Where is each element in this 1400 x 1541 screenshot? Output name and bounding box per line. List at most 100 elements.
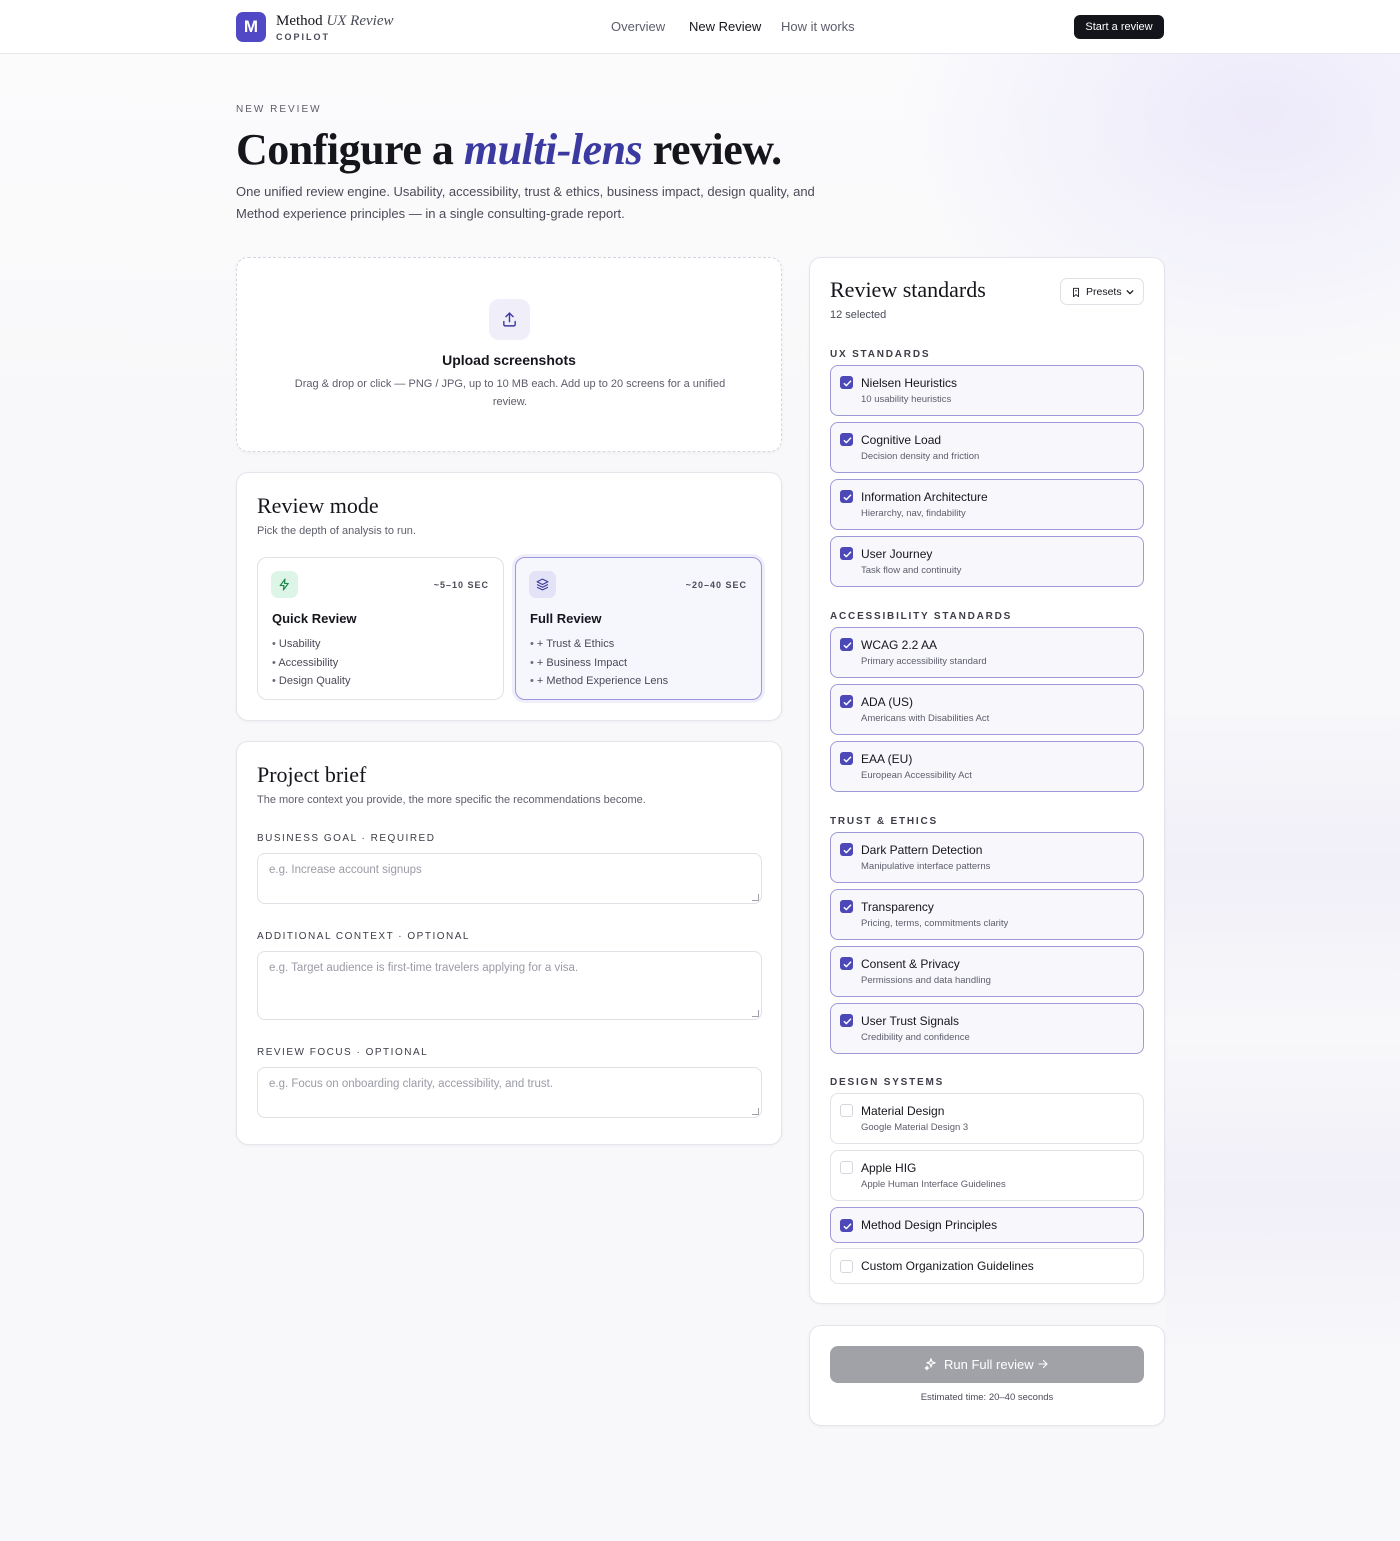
mode-option-full-review[interactable]: ~20–40 SEC Full Review + Trust & Ethics … xyxy=(515,557,762,700)
standard-description: Manipulative interface patterns xyxy=(861,861,991,872)
checkbox-checked-icon[interactable] xyxy=(840,957,853,970)
brand-name-text: Method xyxy=(276,13,323,29)
run-review-label: Run Full review xyxy=(944,1357,1034,1372)
upload-dropzone[interactable]: Upload screenshots Drag & drop or click … xyxy=(236,257,782,452)
checkbox-checked-icon[interactable] xyxy=(840,376,853,389)
group-label-accessibility-standards: ACCESSIBILITY STANDARDS xyxy=(830,611,1013,622)
chevron-down-icon xyxy=(1126,289,1134,295)
standard-description: Permissions and data handling xyxy=(861,975,991,986)
nav-new-review[interactable]: New Review xyxy=(689,19,761,34)
mode-time: ~5–10 SEC xyxy=(433,580,489,590)
review-mode-subtitle: Pick the depth of analysis to run. xyxy=(257,525,416,537)
checkbox-unchecked-icon[interactable] xyxy=(840,1104,853,1117)
standard-user-journey[interactable]: User Journey Task flow and continuity xyxy=(830,536,1144,587)
page-eyebrow: NEW REVIEW xyxy=(236,104,322,115)
review-focus-label: REVIEW FOCUS · OPTIONAL xyxy=(257,1047,429,1058)
group-label-design-systems: DESIGN SYSTEMS xyxy=(830,1077,945,1088)
standards-title: Review standards xyxy=(830,277,986,302)
standard-nielsen-heuristics[interactable]: Nielsen Heuristics 10 usability heuristic… xyxy=(830,365,1144,416)
standard-custom-organization-guidelines[interactable]: Custom Organization Guidelines xyxy=(830,1248,1144,1284)
lightning-icon xyxy=(271,571,298,598)
mode-time: ~20–40 SEC xyxy=(685,580,747,590)
upload-icon xyxy=(489,299,530,340)
mode-feature: + Trust & Ethics xyxy=(530,635,668,654)
bookmark-icon xyxy=(1073,287,1079,298)
title-part-2: review. xyxy=(652,125,782,174)
checkbox-checked-icon[interactable] xyxy=(840,843,853,856)
standard-apple-hig[interactable]: Apple HIG Apple Human Interface Guideline… xyxy=(830,1150,1144,1201)
project-brief-title: Project brief xyxy=(257,762,367,787)
project-brief-subtitle: The more context you provide, the more s… xyxy=(257,794,646,806)
checkbox-checked-icon[interactable] xyxy=(840,752,853,765)
estimated-time: Estimated time: 20–40 seconds xyxy=(920,1392,1054,1403)
checkbox-checked-icon[interactable] xyxy=(840,900,853,913)
standard-transparency[interactable]: Transparency Pricing, terms, commitments … xyxy=(830,889,1144,940)
presets-dropdown[interactable]: Presets xyxy=(1060,278,1144,305)
group-label-trust-ethics: TRUST & ETHICS xyxy=(830,816,938,827)
checkbox-checked-icon[interactable] xyxy=(840,695,853,708)
checkbox-checked-icon[interactable] xyxy=(840,1219,853,1232)
standard-name: Material Design xyxy=(861,1104,945,1118)
resize-handle[interactable] xyxy=(752,1010,759,1017)
standard-name: Method Design Principles xyxy=(861,1218,998,1232)
standard-user-trust-signals[interactable]: User Trust Signals Credibility and confid… xyxy=(830,1003,1144,1054)
main-content: NEW REVIEW Configure a multi-lens review… xyxy=(0,0,1400,1541)
standard-consent-privacy[interactable]: Consent & Privacy Permissions and data ha… xyxy=(830,946,1144,997)
standard-eaa-eu[interactable]: EAA (EU) European Accessibility Act xyxy=(830,741,1144,792)
project-brief-card: Project brief The more context you provi… xyxy=(236,741,782,1145)
standard-ada-us[interactable]: ADA (US) Americans with Disabilities Act xyxy=(830,684,1144,735)
standard-wcag-2-2-aa[interactable]: WCAG 2.2 AA Primary accessibility standar… xyxy=(830,627,1144,678)
checkbox-checked-icon[interactable] xyxy=(840,433,853,446)
review-focus-input[interactable]: e.g. Focus on onboarding clarity, access… xyxy=(257,1067,762,1118)
mode-feature: Usability xyxy=(272,635,350,654)
group-label-ux-standards: UX STANDARDS xyxy=(830,349,931,360)
mode-name: Quick Review xyxy=(272,611,357,626)
resize-handle[interactable] xyxy=(752,894,759,901)
review-focus-placeholder: e.g. Focus on onboarding clarity, access… xyxy=(269,1078,554,1090)
standard-information-architecture[interactable]: Information Architecture Hierarchy, nav, … xyxy=(830,479,1144,530)
checkbox-checked-icon[interactable] xyxy=(840,638,853,651)
standard-description: Hierarchy, nav, findability xyxy=(861,508,966,519)
brand-subtitle: COPILOT xyxy=(276,32,330,42)
title-part-1: Configure a xyxy=(236,125,454,174)
run-review-button[interactable]: Run Full review xyxy=(830,1346,1144,1383)
top-navbar: M Method UX Review COPILOT Overview New … xyxy=(0,0,1400,54)
presets-label: Presets xyxy=(1086,286,1122,298)
business-goal-input[interactable]: e.g. Increase account signups xyxy=(257,853,762,904)
standard-description: European Accessibility Act xyxy=(861,770,972,781)
standard-method-design-principles[interactable]: Method Design Principles xyxy=(830,1207,1144,1243)
review-mode-card: Review mode Pick the depth of analysis t… xyxy=(236,472,782,721)
standard-name: Dark Pattern Detection xyxy=(861,843,983,857)
mode-feature: Design Quality xyxy=(272,672,351,691)
checkbox-checked-icon[interactable] xyxy=(840,547,853,560)
standard-name: Nielsen Heuristics xyxy=(861,376,958,390)
review-standards-card: Review standards 12 selected Presets UX … xyxy=(809,257,1165,1304)
checkbox-unchecked-icon[interactable] xyxy=(840,1161,853,1174)
additional-context-placeholder: e.g. Target audience is first-time trave… xyxy=(269,962,579,974)
mode-feature: + Method Experience Lens xyxy=(530,672,668,691)
mode-name: Full Review xyxy=(530,611,602,626)
checkbox-checked-icon[interactable] xyxy=(840,490,853,503)
mode-feature: Accessibility xyxy=(272,654,350,673)
nav-overview[interactable]: Overview xyxy=(611,19,665,34)
checkbox-unchecked-icon[interactable] xyxy=(840,1260,853,1273)
resize-handle[interactable] xyxy=(752,1108,759,1115)
standard-dark-pattern-detection[interactable]: Dark Pattern Detection Manipulative inter… xyxy=(830,832,1144,883)
standard-name: EAA (EU) xyxy=(861,752,913,766)
logo-icon[interactable]: M xyxy=(236,12,266,42)
checkbox-checked-icon[interactable] xyxy=(840,1014,853,1027)
brand-name[interactable]: Method UX Review xyxy=(276,13,393,30)
standard-material-design[interactable]: Material Design Google Material Design 3 xyxy=(830,1093,1144,1144)
additional-context-input[interactable]: e.g. Target audience is first-time trave… xyxy=(257,951,762,1020)
standards-selected-count: 12 selected xyxy=(830,309,887,321)
layers-icon xyxy=(529,571,556,598)
mode-option-quick-review[interactable]: ~5–10 SEC Quick Review Usability Accessi… xyxy=(257,557,504,700)
standard-cognitive-load[interactable]: Cognitive Load Decision density and frict… xyxy=(830,422,1144,473)
brand-name-italic: UX Review xyxy=(326,13,394,29)
standard-description: Task flow and continuity xyxy=(861,565,962,576)
business-goal-label: BUSINESS GOAL · REQUIRED xyxy=(257,833,436,844)
start-review-button[interactable]: Start a review xyxy=(1074,15,1164,39)
nav-how-it-works[interactable]: How it works xyxy=(781,19,855,34)
additional-context-label: ADDITIONAL CONTEXT · OPTIONAL xyxy=(257,931,470,942)
standard-name: Information Architecture xyxy=(861,490,988,504)
